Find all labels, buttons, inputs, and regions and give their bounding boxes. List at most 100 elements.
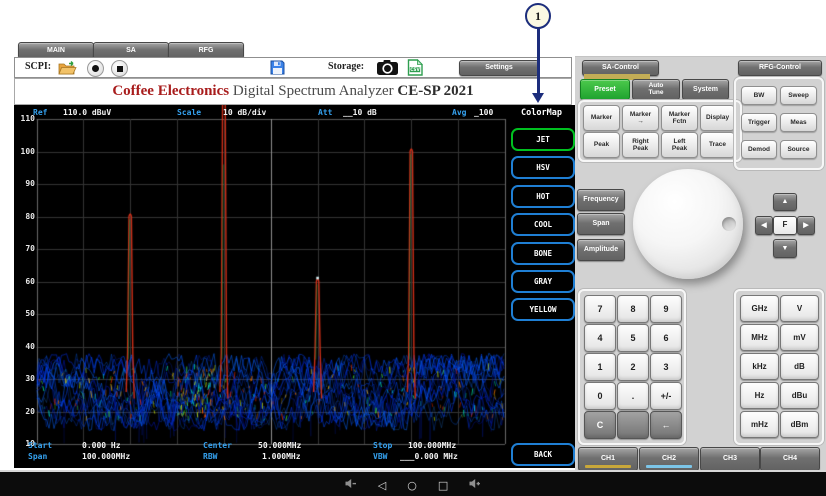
brand-name: Coffee Electronics bbox=[112, 83, 229, 100]
nav-f-button[interactable]: F bbox=[773, 216, 797, 235]
trace-button[interactable]: Trace bbox=[700, 132, 735, 158]
key-dbu[interactable]: dBu bbox=[780, 382, 819, 409]
colormap-option-hsv[interactable]: HSV bbox=[511, 156, 575, 179]
knob-dimple bbox=[722, 217, 736, 231]
ch2-button[interactable]: CH2 bbox=[639, 447, 699, 471]
app-root: MAIN SA RFG SCPI: Storage: bbox=[0, 0, 826, 496]
colormap-option-bone[interactable]: BONE bbox=[511, 242, 575, 265]
ref-label: Ref bbox=[33, 108, 47, 117]
key-ghz[interactable]: GHz bbox=[740, 295, 779, 322]
colormap-option-cool[interactable]: COOL bbox=[511, 213, 575, 236]
settings-button[interactable]: Settings bbox=[459, 60, 539, 76]
key-v[interactable]: V bbox=[780, 295, 819, 322]
spectrum-panel: Ref 110.0 dBuV Scale 10 dB/div Att __10 … bbox=[14, 105, 575, 468]
volume-down-icon[interactable] bbox=[345, 476, 357, 494]
key-0[interactable]: 0 bbox=[584, 382, 616, 410]
bw-button[interactable]: BW bbox=[741, 86, 777, 105]
arrow-right-icon: ▶ bbox=[803, 222, 808, 229]
nav-up-button[interactable]: ▲ bbox=[773, 193, 797, 211]
ch4-button[interactable]: CH4 bbox=[760, 447, 820, 471]
back-button[interactable]: BACK bbox=[511, 443, 575, 466]
ch2-active-indicator bbox=[646, 465, 692, 468]
demod-button[interactable]: Demod bbox=[741, 140, 777, 159]
key-backspace[interactable]: ← bbox=[650, 411, 682, 439]
key-4[interactable]: 4 bbox=[584, 324, 616, 352]
y-tick: 40 bbox=[14, 342, 35, 351]
source-button[interactable]: Source bbox=[780, 140, 817, 159]
y-tick: 90 bbox=[14, 179, 35, 188]
ch3-button[interactable]: CH3 bbox=[700, 447, 760, 471]
key-mhz-milli[interactable]: mHz bbox=[740, 411, 779, 438]
meas-button[interactable]: Meas bbox=[780, 113, 817, 132]
rfg-control-button[interactable]: RFG-Control bbox=[738, 60, 822, 76]
rotary-knob[interactable] bbox=[633, 169, 743, 279]
rbw-label: RBW bbox=[203, 452, 217, 461]
key-7[interactable]: 7 bbox=[584, 295, 616, 323]
key-5[interactable]: 5 bbox=[617, 324, 649, 352]
marker-button[interactable]: Marker bbox=[583, 105, 620, 131]
nav-down-button[interactable]: ▼ bbox=[773, 239, 797, 258]
att-value: __10 dB bbox=[343, 108, 377, 117]
auto-tune-button[interactable]: Auto Tune bbox=[632, 79, 680, 100]
save-icon[interactable] bbox=[270, 60, 285, 80]
amplitude-button[interactable]: Amplitude bbox=[577, 239, 625, 261]
annotation-callout-1: 1 bbox=[525, 3, 551, 29]
spectrum-display bbox=[14, 105, 575, 468]
key-mv[interactable]: mV bbox=[780, 324, 819, 351]
display-button[interactable]: Display bbox=[700, 105, 735, 131]
key-dbm[interactable]: dBm bbox=[780, 411, 819, 438]
product-name: Digital Spectrum Analyzer bbox=[229, 83, 397, 100]
key-mhz[interactable]: MHz bbox=[740, 324, 779, 351]
trigger-button[interactable]: Trigger bbox=[741, 113, 777, 132]
key-8[interactable]: 8 bbox=[617, 295, 649, 323]
key-blank[interactable] bbox=[617, 411, 649, 439]
frequency-button[interactable]: Frequency bbox=[577, 189, 625, 211]
colormap-option-gray[interactable]: GRAY bbox=[511, 270, 575, 293]
sweep-button[interactable]: Sweep bbox=[780, 86, 817, 105]
center-label: Center bbox=[203, 441, 232, 450]
stop-button[interactable] bbox=[111, 60, 128, 77]
y-tick: 70 bbox=[14, 244, 35, 253]
marker-to-button[interactable]: Marker → bbox=[622, 105, 659, 131]
key-khz[interactable]: kHz bbox=[740, 353, 779, 380]
nav-left-button[interactable]: ◀ bbox=[755, 216, 773, 235]
volume-up-icon[interactable] bbox=[469, 476, 481, 494]
key-db[interactable]: dB bbox=[780, 353, 819, 380]
key-decimal[interactable]: . bbox=[617, 382, 649, 410]
right-peak-button[interactable]: Right Peak bbox=[622, 132, 659, 158]
peak-button[interactable]: Peak bbox=[583, 132, 620, 158]
ch3-label: CH3 bbox=[723, 455, 737, 462]
colormap-option-jet[interactable]: JET bbox=[511, 128, 575, 151]
key-6[interactable]: 6 bbox=[650, 324, 682, 352]
preset-button[interactable]: Preset bbox=[580, 79, 630, 100]
y-tick: 80 bbox=[14, 212, 35, 221]
y-tick: 110 bbox=[14, 114, 35, 123]
nav-right-button[interactable]: ▶ bbox=[797, 216, 815, 235]
record-icon bbox=[92, 65, 99, 72]
key-3[interactable]: 3 bbox=[650, 353, 682, 381]
colormap-title: ColorMap bbox=[508, 108, 575, 118]
record-button[interactable] bbox=[87, 60, 104, 77]
key-plus-minus[interactable]: +/- bbox=[650, 382, 682, 410]
annotation-number: 1 bbox=[535, 9, 541, 24]
annotation-arrow-line bbox=[537, 28, 540, 94]
colormap-option-hot[interactable]: HOT bbox=[511, 185, 575, 208]
system-button[interactable]: System bbox=[682, 79, 729, 100]
back-icon[interactable]: ◁ bbox=[378, 480, 386, 491]
span-button[interactable]: Span bbox=[577, 213, 625, 235]
colormap-option-yellow[interactable]: YELLOW bbox=[511, 298, 575, 321]
avg-label: Avg bbox=[452, 108, 466, 117]
key-1[interactable]: 1 bbox=[584, 353, 616, 381]
marker-fctn-button[interactable]: Marker Fctn bbox=[661, 105, 698, 131]
system-navbar: ◁ ○ □ bbox=[0, 470, 826, 496]
recents-icon[interactable]: □ bbox=[438, 480, 448, 491]
arrow-up-icon: ▲ bbox=[782, 198, 789, 205]
center-value: 50.000MHz bbox=[258, 441, 301, 450]
key-clear[interactable]: C bbox=[584, 411, 616, 439]
key-2[interactable]: 2 bbox=[617, 353, 649, 381]
key-9[interactable]: 9 bbox=[650, 295, 682, 323]
key-hz[interactable]: Hz bbox=[740, 382, 779, 409]
home-icon[interactable]: ○ bbox=[407, 480, 417, 491]
ch1-button[interactable]: CH1 bbox=[578, 447, 638, 471]
left-peak-button[interactable]: Left Peak bbox=[661, 132, 698, 158]
